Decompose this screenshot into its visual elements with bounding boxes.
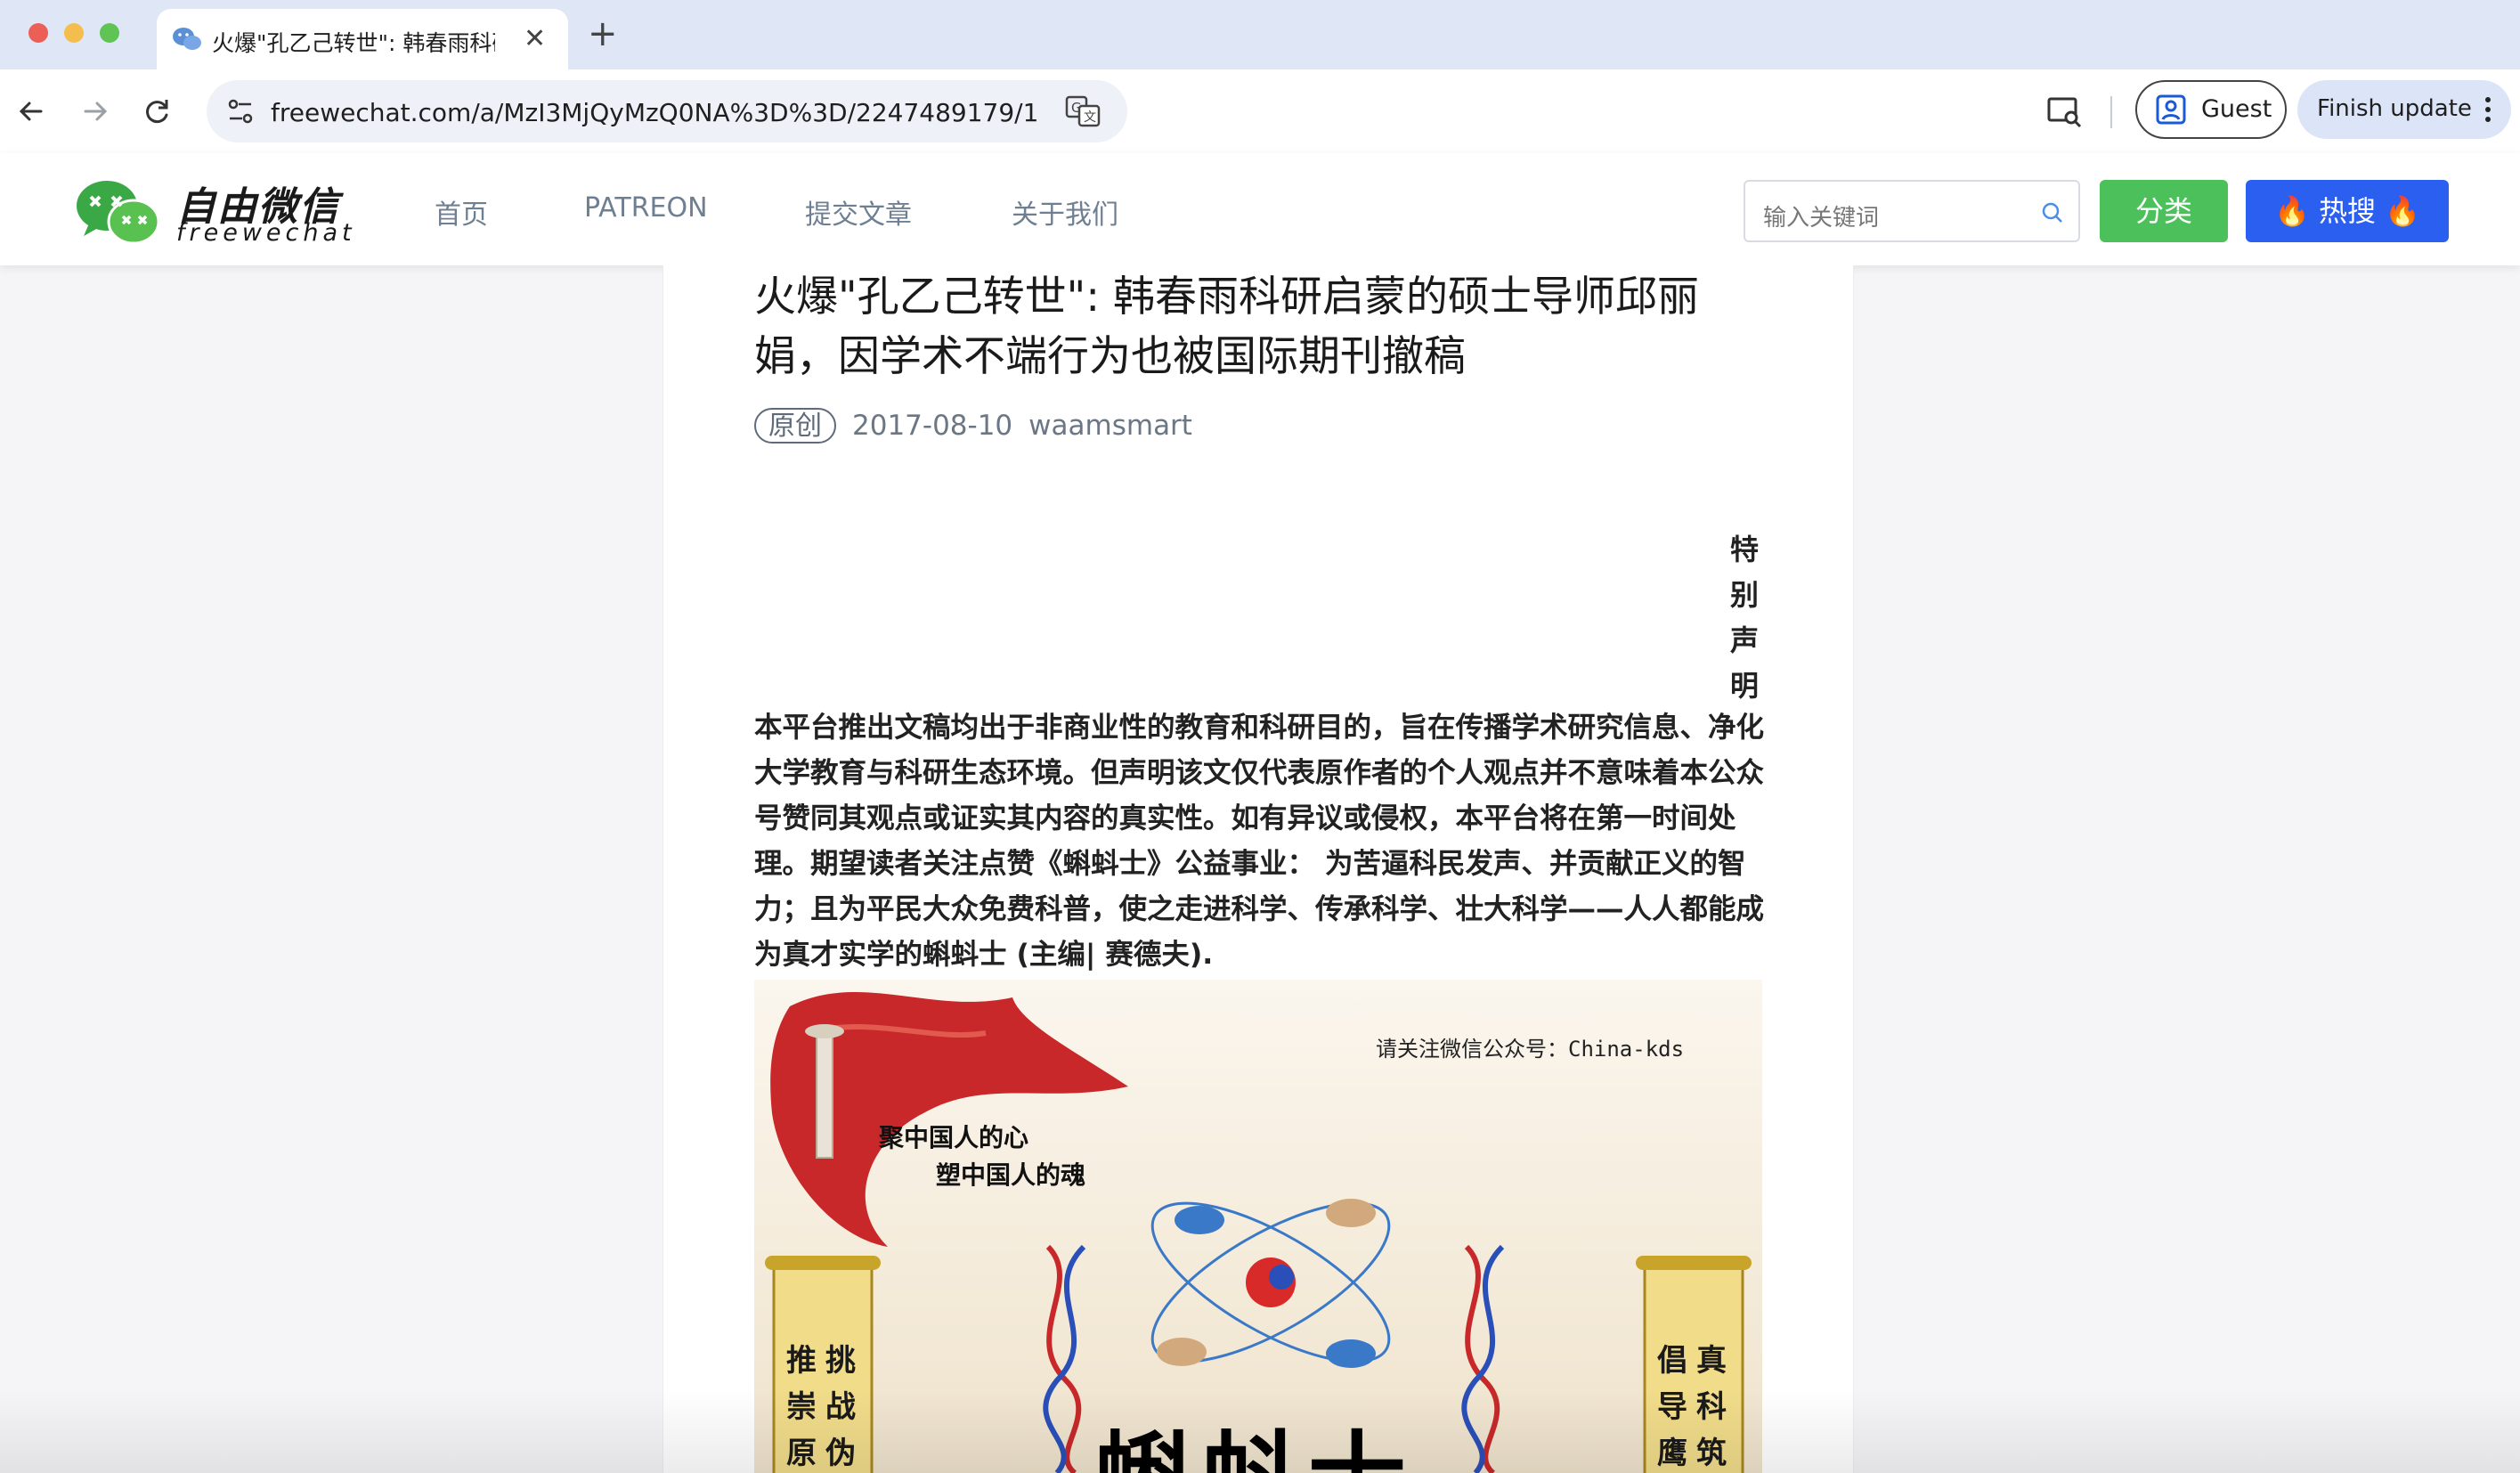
toolbar-separator (2110, 96, 2112, 128)
search-placeholder: 输入关键词 (1763, 205, 1880, 232)
notice-heading-char: 特 (1730, 533, 1760, 566)
hot-search-button[interactable]: 🔥 热搜 🔥 (2246, 180, 2449, 242)
address-bar[interactable]: freewechat.com/a/MzI3MjQyMzQ0NA%3D%3D/22… (207, 80, 1127, 142)
url-text: freewechat.com/a/MzI3MjQyMzQ0NA%3D%3D/22… (271, 98, 1039, 127)
minimize-window-button[interactable] (64, 23, 84, 43)
back-arrow-icon (19, 102, 43, 121)
logo-text-en: freewechat (176, 219, 356, 247)
back-button[interactable] (9, 89, 53, 134)
close-tab-icon[interactable]: ✕ (524, 21, 546, 57)
notice-heading-char: 别 (1730, 578, 1760, 612)
more-menu-icon[interactable] (2484, 96, 2492, 123)
profile-icon (2156, 94, 2186, 125)
new-tab-button[interactable]: + (588, 12, 618, 55)
browser-tab-strip: 火爆"孔乙己转世": 韩春雨科研启蒙的硕士导师邱丽娟，因学术不端行为也被国际期刊… (0, 0, 2520, 69)
guest-profile-button[interactable]: Guest (2135, 80, 2287, 139)
reload-icon (146, 100, 168, 124)
nav-about-us[interactable]: 关于我们 (1012, 192, 1118, 232)
tab-title: 火爆"孔乙己转世": 韩春雨科研启蒙的硕士导师邱丽娟，因学术不端行为也被国际期刊… (212, 30, 495, 56)
nav-submit-article[interactable]: 提交文章 (805, 192, 912, 232)
nav-home[interactable]: 首页 (435, 192, 488, 232)
reload-button[interactable] (135, 89, 180, 134)
poster-slogan-1: 聚中国人的心 (879, 1123, 1029, 1152)
freewechat-logo-icon[interactable] (73, 177, 162, 248)
notice-heading-char: 明 (1730, 669, 1760, 703)
search-icon[interactable] (2039, 199, 2066, 226)
article-meta: 原创 2017-08-10 waamsmart (754, 406, 1192, 445)
nav-patreon[interactable]: PATREON (584, 192, 708, 224)
original-tag: 原创 (754, 408, 836, 444)
finish-update-button[interactable]: Finish update (2297, 80, 2511, 139)
article-author[interactable]: waamsmart (1028, 410, 1192, 442)
poster-big-title: 蝌蚪士 (1094, 1398, 1415, 1473)
poster-slogan-2: 塑中国人的魂 (936, 1160, 1086, 1190)
article-container: 火爆"孔乙己转世": 韩春雨科研启蒙的硕士导师邱丽娟，因学术不端行为也被国际期刊… (663, 265, 1854, 1473)
search-input[interactable]: 输入关键词 (1744, 180, 2080, 242)
notice-heading-char: 声 (1730, 623, 1760, 657)
site-info-icon[interactable] (223, 94, 258, 129)
scroll-left-col2: 挑战伪科 (825, 1343, 856, 1471)
scroll-right-col2: 真科筑梦 (1696, 1343, 1727, 1471)
browser-toolbar: freewechat.com/a/MzI3MjQyMzQ0NA%3D%3D/22… (0, 69, 2520, 154)
scroll-right-col1: 倡导鹰派 (1657, 1343, 1687, 1471)
disclaimer-paragraph: 本平台推出文稿均出于非商业性的教育和科研目的，旨在传播学术研究信息、净化大学教育… (754, 712, 1765, 971)
maximize-window-button[interactable] (100, 23, 119, 43)
finish-update-label: Finish update (2317, 95, 2472, 122)
svg-text:文: 文 (1084, 110, 1096, 125)
wechat-favicon-icon (173, 28, 201, 50)
forward-arrow-icon (84, 102, 108, 121)
forward-button[interactable] (73, 89, 118, 134)
category-button[interactable]: 分类 (2100, 180, 2228, 242)
guest-label: Guest (2201, 95, 2272, 123)
article-title: 火爆"孔乙己转世": 韩春雨科研启蒙的硕士导师邱丽娟，因学术不端行为也被国际期刊… (754, 273, 1700, 381)
browser-tab-active[interactable]: 火爆"孔乙己转世": 韩春雨科研启蒙的硕士导师邱丽娟，因学术不端行为也被国际期刊… (157, 9, 568, 69)
poster-follow-note: 请关注微信公众号：China-kds (1376, 1037, 1685, 1062)
translate-icon[interactable]: G 文 (1063, 92, 1102, 131)
kedoushi-poster-image: 请关注微信公众号：China-kds 聚中国人的心 塑中国人的魂 蝌蚪士 挑战伪… (754, 980, 1762, 1473)
cast-search-icon[interactable] (2044, 91, 2085, 132)
close-window-button[interactable] (28, 23, 48, 43)
site-header: 自由微信 freewechat 首页 PATREON 提交文章 关于我们 输入关… (0, 153, 2520, 265)
scroll-left-col1: 推崇原创 (786, 1343, 817, 1471)
article-date: 2017-08-10 (852, 410, 1013, 442)
